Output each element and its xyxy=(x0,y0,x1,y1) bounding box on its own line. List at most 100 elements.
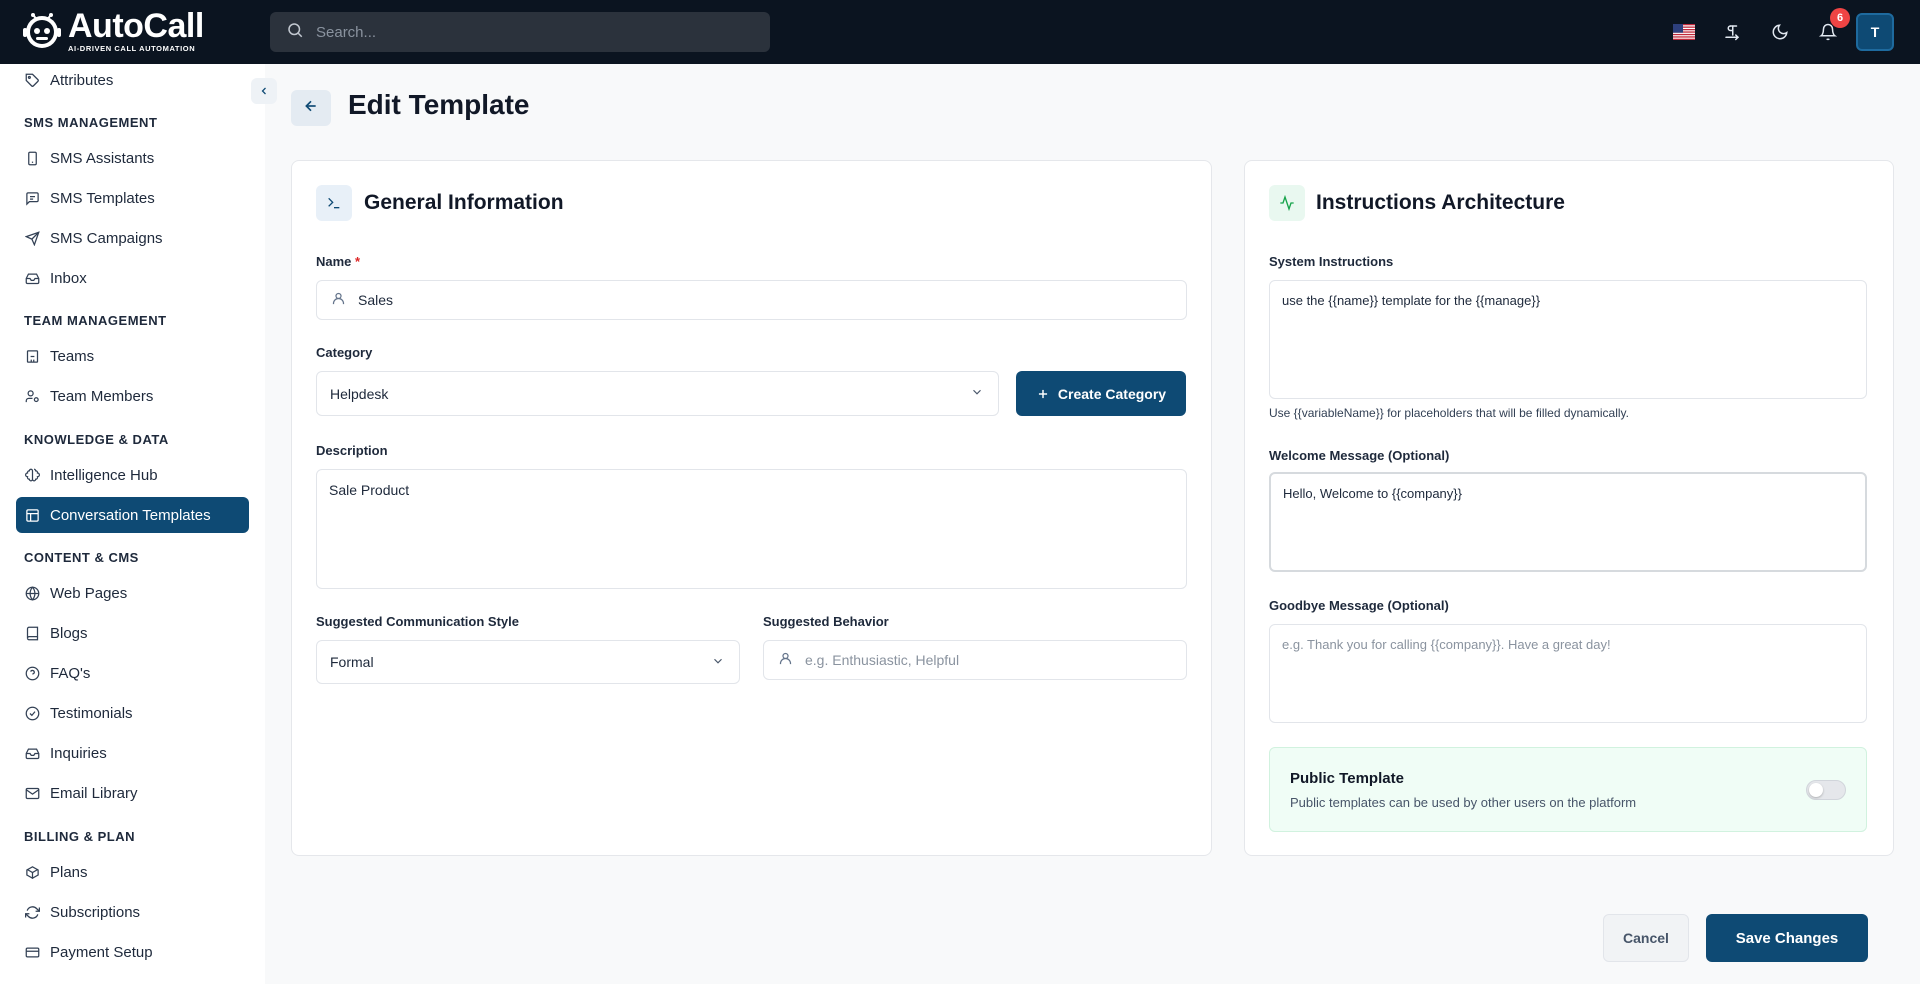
sidebar-item-label: Email Library xyxy=(50,784,138,802)
sidebar-item-label: Intelligence Hub xyxy=(50,466,158,484)
communication-style-select[interactable]: Formal xyxy=(316,640,740,684)
system-instructions-textarea[interactable]: use the {{name}} template for the {{mana… xyxy=(1269,280,1867,399)
description-label: Description xyxy=(316,443,388,458)
section-knowledge-data: KNOWLEDGE & DATA xyxy=(24,432,169,447)
brain-icon xyxy=(24,467,40,483)
notification-badge: 6 xyxy=(1830,8,1850,28)
user-cog-icon xyxy=(24,388,40,404)
category-label: Category xyxy=(316,345,373,360)
refresh-icon xyxy=(24,904,40,920)
welcome-message-textarea[interactable]: Hello, Welcome to {{company}} xyxy=(1269,472,1867,572)
text-direction-icon[interactable] xyxy=(1716,16,1748,48)
cancel-button[interactable]: Cancel xyxy=(1603,914,1689,962)
communication-style-value: Formal xyxy=(330,654,374,670)
sidebar-item-subscriptions[interactable]: Subscriptions xyxy=(16,894,249,930)
sidebar-item-label: Inbox xyxy=(50,269,87,287)
sidebar-item-plans[interactable]: Plans xyxy=(16,854,249,890)
system-instructions-value: use the {{name}} template for the {{mana… xyxy=(1282,293,1541,308)
placeholder-hint: Use {{variableName}} for placeholders th… xyxy=(1269,406,1629,420)
inbox-icon xyxy=(24,745,40,761)
create-category-button[interactable]: Create Category xyxy=(1016,371,1186,416)
send-icon xyxy=(24,230,40,246)
goodbye-message-label: Goodbye Message (Optional) xyxy=(1269,598,1449,613)
name-label-text: Name xyxy=(316,254,352,269)
sidebar-item-team-members[interactable]: Team Members xyxy=(16,378,249,414)
tag-icon xyxy=(24,72,40,88)
public-template-toggle[interactable] xyxy=(1806,780,1846,800)
sidebar-item-label: Testimonials xyxy=(50,704,133,722)
sidebar-item-inbox[interactable]: Inbox xyxy=(16,260,249,296)
goodbye-message-textarea[interactable]: e.g. Thank you for calling {{company}}. … xyxy=(1269,624,1867,723)
arrow-left-icon xyxy=(303,98,319,119)
create-category-label: Create Category xyxy=(1057,385,1167,402)
app-logo[interactable]: AutoCall AI-DRIVEN CALL AUTOMATION xyxy=(22,8,204,54)
phone-icon xyxy=(24,150,40,166)
description-textarea[interactable]: Sale Product xyxy=(316,469,1187,589)
sidebar-item-sms-templates[interactable]: SMS Templates xyxy=(16,180,249,216)
sidebar-item-teams[interactable]: Teams xyxy=(16,338,249,374)
avatar[interactable]: T xyxy=(1856,13,1894,51)
sidebar-item-label: FAQ's xyxy=(50,664,91,682)
credit-card-icon xyxy=(24,944,40,960)
sidebar-item-intelligence-hub[interactable]: Intelligence Hub xyxy=(16,457,249,493)
sidebar-item-label: Conversation Templates xyxy=(50,506,211,524)
terminal-icon xyxy=(316,185,352,221)
collapse-sidebar-button[interactable] xyxy=(251,78,277,104)
user-icon xyxy=(331,291,346,309)
sidebar-item-email-library[interactable]: Email Library xyxy=(16,775,249,811)
sidebar-item-faqs[interactable]: FAQ's xyxy=(16,655,249,691)
moon-icon[interactable] xyxy=(1764,16,1796,48)
logo-subtitle: AI-DRIVEN CALL AUTOMATION xyxy=(68,44,196,54)
sidebar-item-blogs[interactable]: Blogs xyxy=(16,615,249,651)
sidebar-item-label: Subscriptions xyxy=(50,903,141,921)
sidebar-item-sms-assistants[interactable]: SMS Assistants xyxy=(16,140,249,176)
sidebar-item-inquiries[interactable]: Inquiries xyxy=(16,735,249,771)
communication-style-label: Suggested Communication Style xyxy=(316,614,519,629)
sidebar-item-sms-campaigns[interactable]: SMS Campaigns xyxy=(16,220,249,256)
name-label: Name * xyxy=(316,254,360,269)
system-instructions-label: System Instructions xyxy=(1269,254,1394,269)
goodbye-message-placeholder: e.g. Thank you for calling {{company}}. … xyxy=(1282,637,1611,652)
sidebar-item-label: Inquiries xyxy=(50,744,107,762)
bell-icon[interactable]: 6 xyxy=(1812,8,1850,48)
section-sms-management: SMS MANAGEMENT xyxy=(24,115,158,130)
sidebar-item-payment-setup[interactable]: Payment Setup xyxy=(16,934,249,970)
book-icon xyxy=(24,625,40,641)
mail-icon xyxy=(24,785,40,801)
page-title: Edit Template xyxy=(348,89,530,120)
sidebar-item-label: Attributes xyxy=(50,71,114,89)
search-bar[interactable] xyxy=(270,12,770,52)
back-button[interactable] xyxy=(291,90,331,126)
sidebar-item-label: SMS Templates xyxy=(50,189,155,207)
sidebar-item-conversation-templates[interactable]: Conversation Templates xyxy=(16,497,249,533)
chevron-down-icon xyxy=(970,385,984,402)
top-bar: AutoCall AI-DRIVEN CALL AUTOMATION 6 T xyxy=(0,0,1920,64)
suggested-behavior-label: Suggested Behavior xyxy=(763,614,889,629)
name-field[interactable]: Sales xyxy=(316,280,1187,320)
search-icon xyxy=(286,21,304,44)
category-select[interactable]: Helpdesk xyxy=(316,371,999,416)
suggested-behavior-input[interactable]: e.g. Enthusiastic, Helpful xyxy=(763,640,1187,680)
sidebar-item-label: Plans xyxy=(50,863,88,881)
welcome-message-label: Welcome Message (Optional) xyxy=(1269,448,1450,463)
logo-title-call: Call xyxy=(143,7,204,46)
description-value: Sale Product xyxy=(329,482,410,498)
instructions-architecture-title: Instructions Architecture xyxy=(1316,191,1565,214)
public-template-description: Public templates can be used by other us… xyxy=(1290,795,1637,810)
sidebar-item-web-pages[interactable]: Web Pages xyxy=(16,575,249,611)
logo-title-auto: Auto xyxy=(68,7,144,46)
sidebar-item-attributes[interactable]: Attributes xyxy=(16,62,249,98)
save-changes-button[interactable]: Save Changes xyxy=(1706,914,1868,962)
sidebar-item-label: Blogs xyxy=(50,624,88,642)
search-input[interactable] xyxy=(316,23,736,41)
inbox-icon xyxy=(24,270,40,286)
suggested-behavior-placeholder: e.g. Enthusiastic, Helpful xyxy=(805,652,960,668)
package-icon xyxy=(24,864,40,880)
sidebar-item-testimonials[interactable]: Testimonials xyxy=(16,695,249,731)
language-flag-icon[interactable] xyxy=(1668,16,1700,48)
user-icon xyxy=(778,651,793,669)
category-value: Helpdesk xyxy=(330,385,389,402)
globe-icon xyxy=(24,585,40,601)
sidebar-item-label: SMS Campaigns xyxy=(50,229,163,247)
welcome-message-value: Hello, Welcome to {{company}} xyxy=(1283,486,1462,501)
